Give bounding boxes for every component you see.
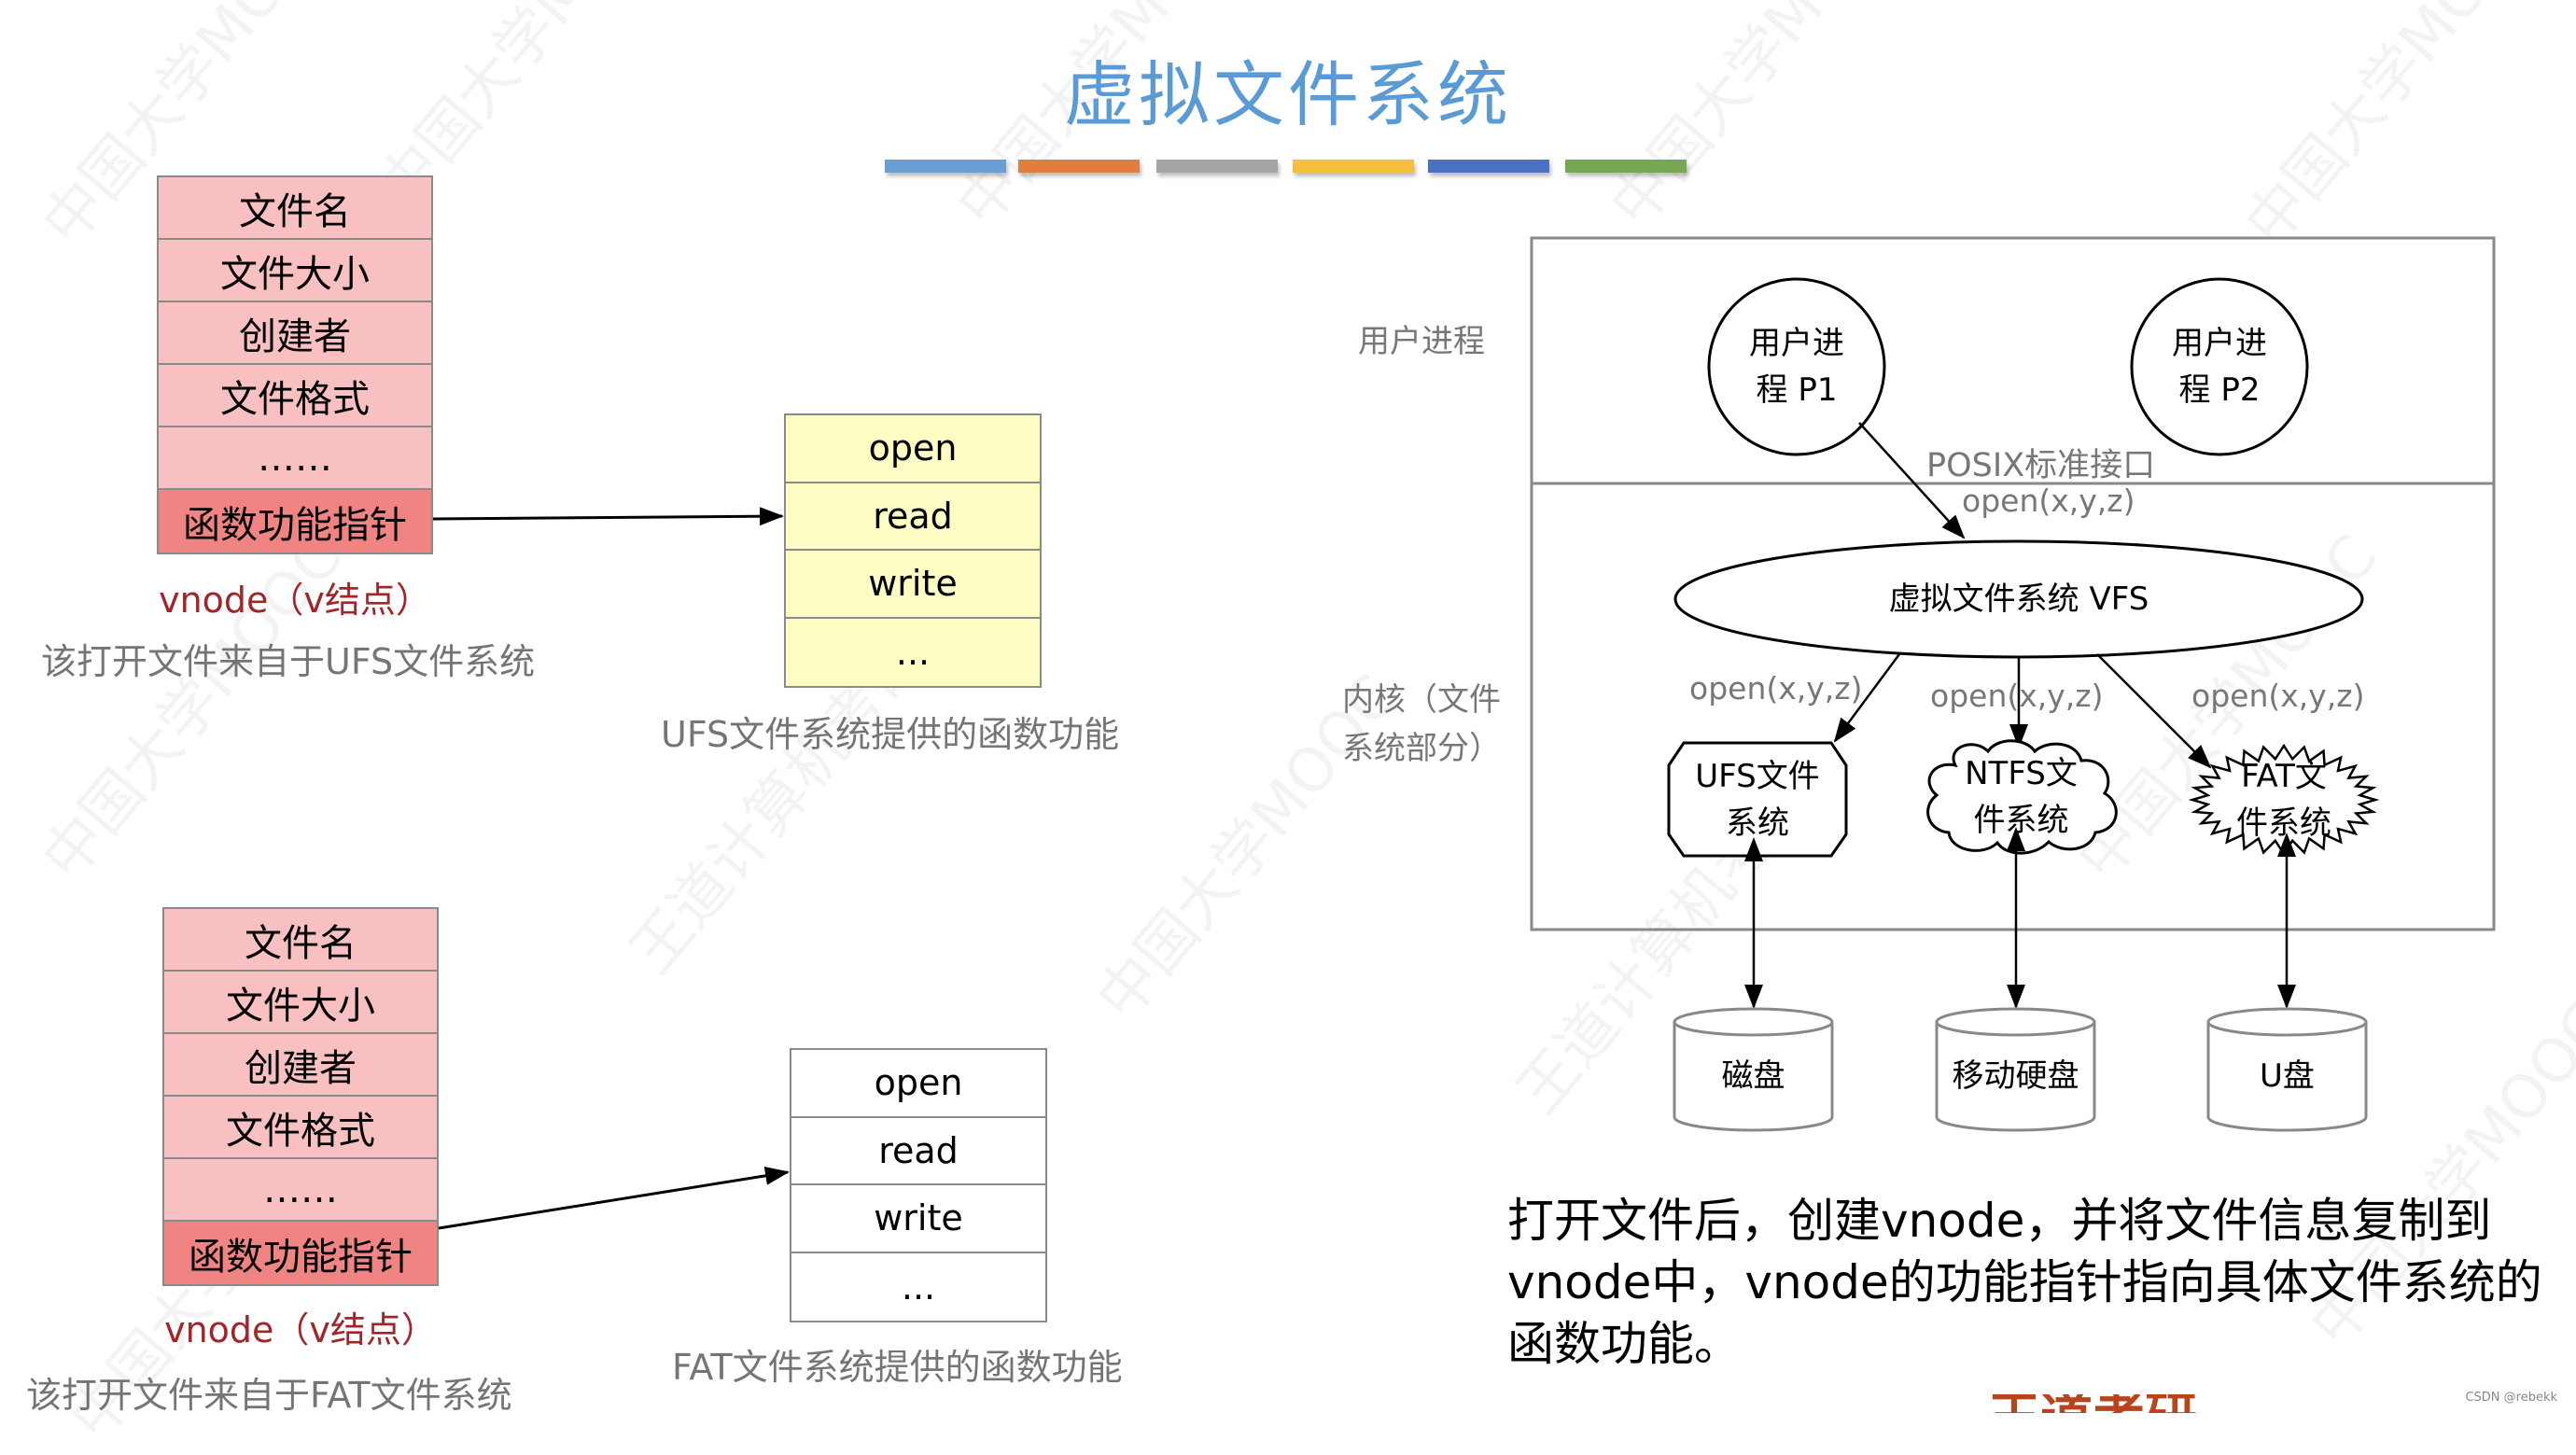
ufs-pointer-arrow xyxy=(432,507,784,526)
fat-label-line: FAT文 xyxy=(2241,758,2327,795)
ntfs-label: NTFS文 件系统 xyxy=(1923,747,2120,847)
ntfs-call-label: open(x,y,z) xyxy=(1930,678,2104,714)
fat-label: FAT文 件系统 xyxy=(2195,748,2373,851)
ufs-label-line: UFS文件 xyxy=(1695,757,1820,795)
process-p2-line: 用户进 xyxy=(2172,325,2267,362)
ntfs-label-line: 件系统 xyxy=(1973,802,2069,839)
disk-label: 磁盘 xyxy=(1721,1057,1785,1095)
process-p2-label: 用户进 程 P2 xyxy=(2132,297,2307,437)
ufs-call-label: open(x,y,z) xyxy=(1689,670,1863,707)
vfs-label: 虚拟文件系统 VFS xyxy=(1888,581,2149,618)
process-p2-line: 程 P2 xyxy=(2178,371,2261,409)
usb-drive-label: U盘 xyxy=(2260,1057,2315,1095)
process-p1-line: 程 P1 xyxy=(1756,371,1838,409)
ufs-label-line: 系统 xyxy=(1726,804,1789,842)
posix-interface-label: POSIX标准接口 xyxy=(1926,447,2156,484)
kernel-layer-label: 内核（文件系统部分） xyxy=(1342,681,1501,767)
fat-pointer-arrow xyxy=(438,1166,790,1230)
credit-watermark: CSDN @rebekk xyxy=(2465,1391,2557,1405)
description-text: 打开文件后，创建vnode，并将文件信息复制到vnode中，vnode的功能指针… xyxy=(1507,1194,2542,1371)
vfs-call-label: open(x,y,z) xyxy=(1962,483,2135,519)
fat-call-label: open(x,y,z) xyxy=(2191,678,2365,714)
ntfs-label-line: NTFS文 xyxy=(1965,755,2078,792)
process-p1-line: 用户进 xyxy=(1749,325,1844,362)
footer-cut-text-label: 王道考研 xyxy=(1988,1394,2197,1413)
process-p1-label: 用户进 程 P1 xyxy=(1709,297,1884,437)
fat-label-line: 件系统 xyxy=(2236,804,2331,842)
footer-cut-text: 王道考研 xyxy=(1988,1394,2197,1413)
user-layer-label: 用户进程 xyxy=(1358,323,1485,360)
ufs-label: UFS文件 系统 xyxy=(1669,743,1846,856)
removable-hdd-label: 移动硬盘 xyxy=(1952,1057,2079,1095)
